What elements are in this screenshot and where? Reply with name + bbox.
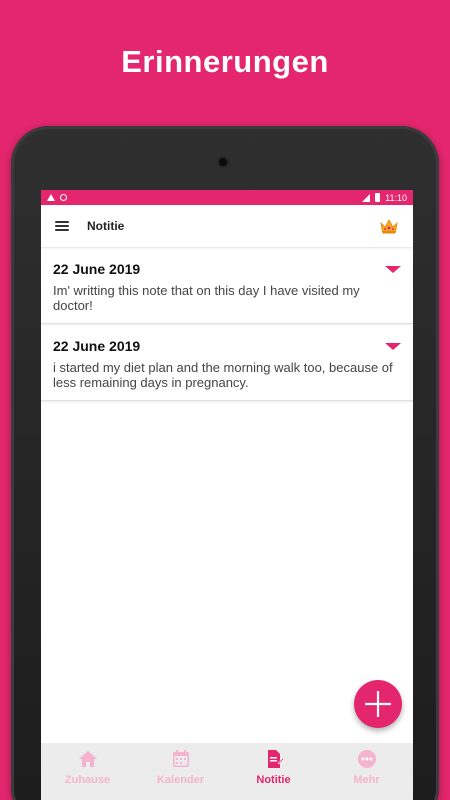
status-time: 11:10 <box>385 192 407 203</box>
app-screen: 11:10 Notitie 22 June 2019 Im' writting … <box>41 190 413 800</box>
crown-icon[interactable] <box>379 217 399 235</box>
status-bar: 11:10 <box>41 190 413 205</box>
promo-title: Erinnerungen <box>121 44 329 79</box>
camera-dot <box>219 158 227 166</box>
bottom-nav: Zuhause Kalender Notitie Mehr <box>41 743 413 800</box>
nav-item-notitie[interactable]: Notitie <box>227 743 320 800</box>
more-icon <box>357 750 376 768</box>
nav-item-zuhause[interactable]: Zuhause <box>41 743 134 800</box>
note-list: 22 June 2019 Im' writting this note that… <box>41 247 413 401</box>
note-text: Im' writting this note that on this day … <box>53 283 360 313</box>
nav-label: Kalender <box>156 774 205 786</box>
note-date: 22 June 2019 <box>53 338 141 354</box>
notification-icon <box>60 194 67 201</box>
add-note-button[interactable] <box>354 680 402 728</box>
menu-icon[interactable] <box>55 221 69 231</box>
nav-item-mehr[interactable]: Mehr <box>320 743 413 800</box>
note-card[interactable]: 22 June 2019 Im' writting this note that… <box>41 247 413 324</box>
battery-icon <box>375 193 381 202</box>
expand-arrow-icon[interactable] <box>385 266 401 273</box>
note-card[interactable]: 22 June 2019 i started my diet plan and … <box>41 324 413 401</box>
note-date: 22 June 2019 <box>53 261 141 277</box>
nav-label: Mehr <box>353 774 380 786</box>
nav-label: Zuhause <box>64 774 111 786</box>
nav-item-kalender[interactable]: Kalender <box>134 743 227 800</box>
home-icon <box>78 751 97 767</box>
calendar-icon <box>172 750 189 767</box>
plus-icon <box>365 691 391 717</box>
app-bar: Notitie <box>41 205 413 247</box>
expand-arrow-icon[interactable] <box>385 343 401 350</box>
warning-icon <box>47 194 55 201</box>
signal-icon <box>362 193 371 202</box>
nav-label: Notitie <box>256 774 291 786</box>
note-edit-icon <box>267 750 284 768</box>
note-text: i started my diet plan and the morning w… <box>53 360 393 390</box>
page-title: Notitie <box>87 219 125 233</box>
